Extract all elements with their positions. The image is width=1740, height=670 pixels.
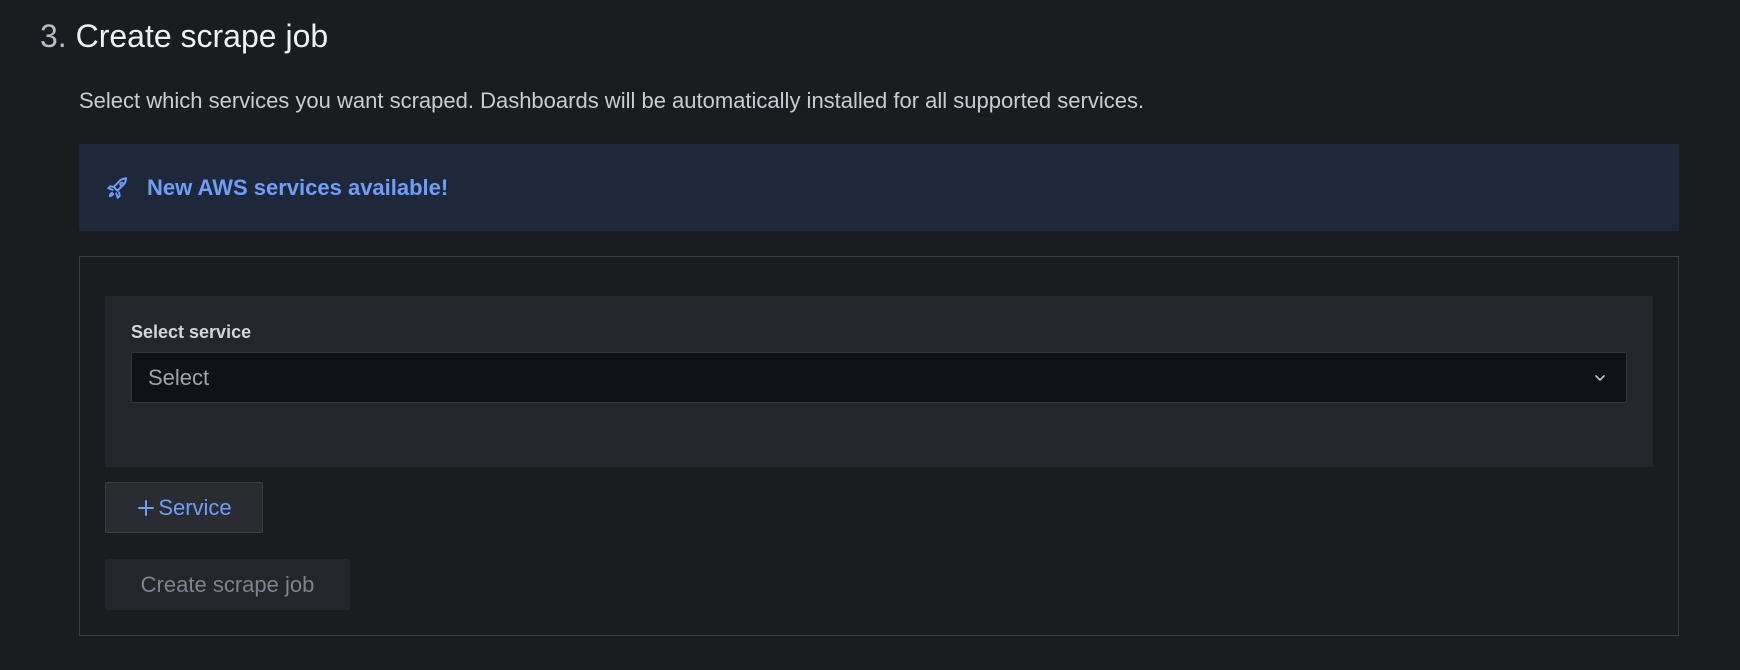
add-service-button[interactable]: Service	[105, 482, 263, 533]
create-scrape-job-page: 3. Create scrape job Select which servic…	[0, 0, 1740, 670]
step-title: Create scrape job	[75, 18, 329, 54]
rocket-icon	[105, 175, 131, 201]
service-card: Select service Select	[105, 296, 1653, 467]
select-service-label: Select service	[131, 322, 252, 342]
step-description: Select which services you want scraped. …	[79, 88, 1145, 113]
add-service-label: Service	[158, 494, 232, 520]
plus-icon	[136, 498, 156, 518]
create-scrape-job-label: Create scrape job	[140, 571, 315, 597]
chevron-down-icon	[1590, 368, 1610, 388]
create-scrape-job-button[interactable]: Create scrape job	[105, 559, 350, 610]
select-placeholder: Select	[148, 364, 210, 390]
step-heading: 3. Create scrape job	[40, 18, 328, 54]
new-services-banner: New AWS services available!	[79, 144, 1679, 231]
banner-text: New AWS services available!	[147, 174, 449, 200]
service-select[interactable]: Select	[131, 352, 1627, 403]
step-number: 3.	[40, 18, 67, 54]
scrape-job-panel: Select service Select Service Create scr…	[79, 256, 1679, 636]
